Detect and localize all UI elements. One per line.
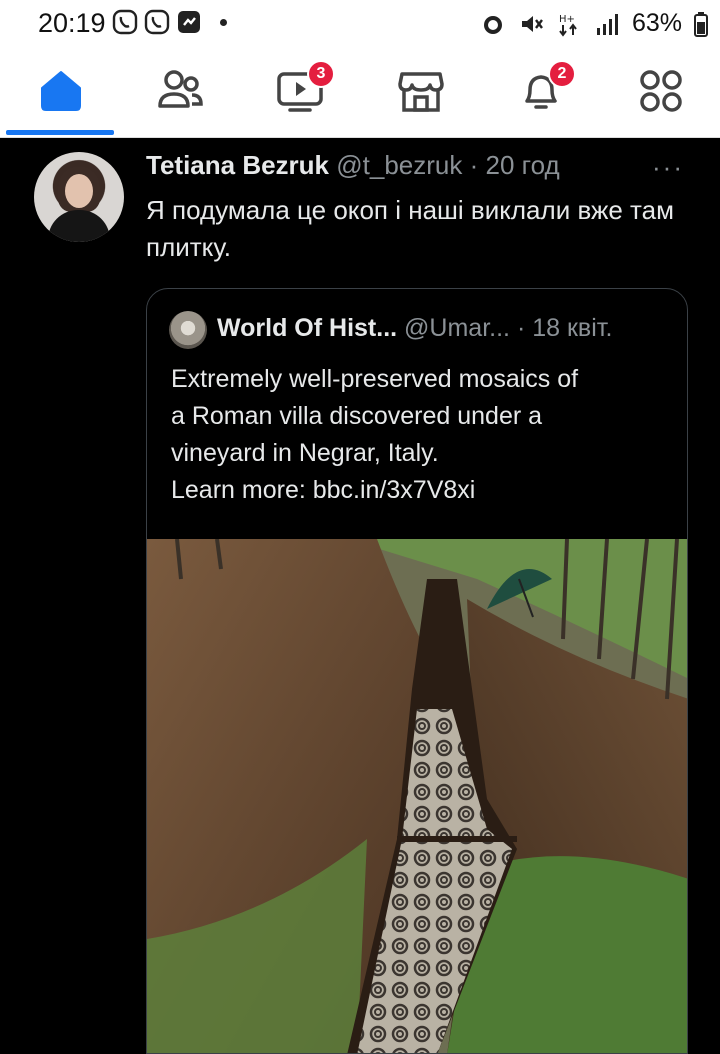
active-tab-indicator bbox=[6, 130, 114, 135]
nav-marketplace[interactable] bbox=[396, 66, 446, 116]
tweet-time[interactable]: 20 год bbox=[486, 150, 560, 180]
quoted-avatar bbox=[169, 311, 207, 349]
tweet-header: Tetiana Bezruk @t_bezruk · 20 год bbox=[146, 150, 560, 181]
nav-home[interactable] bbox=[36, 66, 86, 116]
more-options-icon[interactable]: ··· bbox=[652, 152, 684, 183]
network-icon: H+ bbox=[559, 14, 577, 37]
quoted-header: World Of Hist... @Umar... · 18 квіт. bbox=[217, 314, 612, 343]
nav-menu[interactable] bbox=[636, 66, 686, 116]
friends-icon bbox=[158, 70, 203, 108]
quoted-author-name: World Of Hist... bbox=[217, 314, 398, 342]
home-icon bbox=[41, 71, 81, 111]
mute-icon bbox=[521, 15, 543, 32]
signal-icon bbox=[596, 13, 618, 35]
watch-badge: 3 bbox=[307, 60, 335, 88]
battery-icon bbox=[694, 11, 708, 37]
notifications-badge: 2 bbox=[548, 60, 576, 88]
quoted-text-line: Extremely well-preserved mosaics of bbox=[171, 365, 579, 393]
facebook-nav-bar: 3 2 bbox=[0, 46, 720, 138]
separator: · bbox=[469, 150, 479, 180]
author-name[interactable]: Tetiana Bezruk bbox=[146, 150, 329, 180]
quoted-tweet[interactable]: World Of Hist... @Umar... · 18 квіт. Ext… bbox=[146, 288, 688, 1054]
author-handle[interactable]: @t_bezruk bbox=[336, 150, 462, 180]
nav-notifications[interactable]: 2 bbox=[516, 60, 576, 116]
quoted-text: Extremely well-preserved mosaics of a Ro… bbox=[171, 361, 671, 509]
nav-friends[interactable] bbox=[155, 66, 205, 116]
more-notifications-dot bbox=[220, 18, 227, 26]
alarm-icon bbox=[483, 15, 502, 34]
menu-grid-icon bbox=[640, 70, 682, 112]
viber-icon bbox=[112, 9, 138, 35]
nav-watch[interactable]: 3 bbox=[275, 60, 335, 116]
quoted-date: 18 квіт. bbox=[532, 314, 613, 342]
messenger-icon bbox=[178, 11, 200, 33]
quoted-author-handle: @Umar... bbox=[404, 314, 510, 342]
viber-icon bbox=[144, 9, 170, 35]
status-system-icons: H+ 63% bbox=[480, 9, 708, 38]
tweet-text: Я подумала це окоп і наші виклали вже та… bbox=[146, 195, 674, 262]
status-bar: 20:19 H+ 63% bbox=[0, 0, 720, 46]
status-time: 20:19 bbox=[38, 8, 106, 38]
status-notification-icons bbox=[112, 9, 227, 35]
quoted-text-line: vineyard in Negrar, Italy. bbox=[171, 439, 439, 467]
tweet: Tetiana Bezruk @t_bezruk · 20 год ··· Я … bbox=[0, 138, 720, 1054]
marketplace-icon bbox=[398, 72, 444, 112]
quoted-link-line[interactable]: Learn more: bbc.in/3x7V8xi bbox=[171, 472, 671, 509]
svg-text:H+: H+ bbox=[559, 14, 575, 25]
trench-mosaic-photo[interactable] bbox=[147, 539, 688, 1054]
battery-percentage: 63% bbox=[631, 9, 682, 37]
avatar[interactable] bbox=[34, 152, 124, 242]
quoted-separator: · bbox=[516, 314, 526, 342]
quoted-text-line: a Roman villa discovered under a bbox=[171, 402, 543, 430]
